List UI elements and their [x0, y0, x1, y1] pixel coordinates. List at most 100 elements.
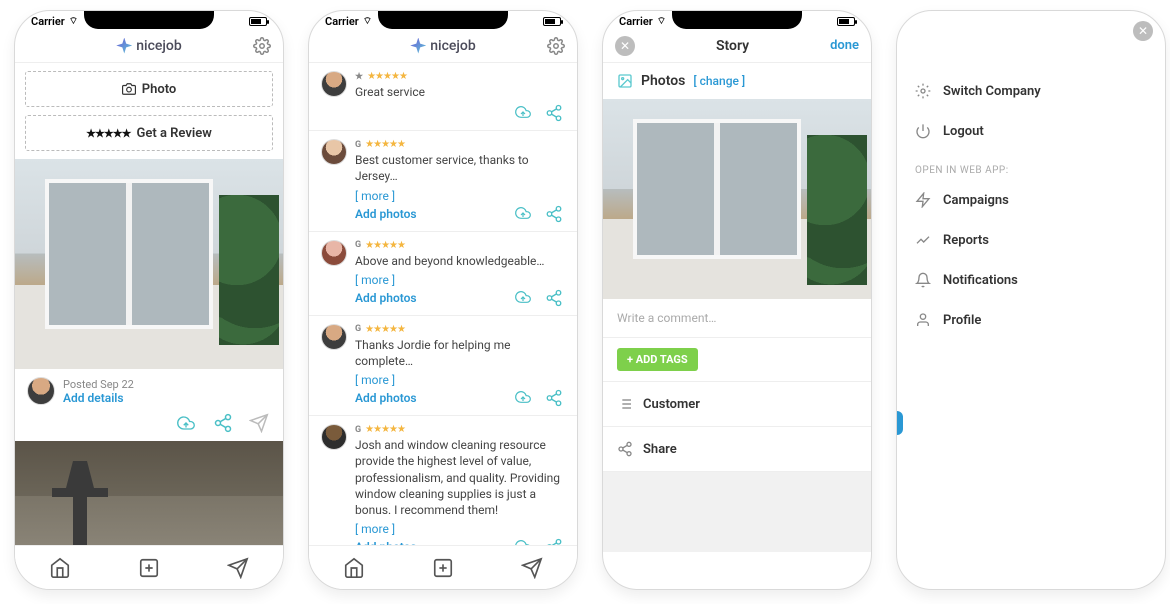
notch — [84, 11, 214, 29]
screen-home: Carrier ⌔ 3:43 PM nicejob Photo ★★★★★ Ge… — [14, 10, 284, 590]
change-link[interactable]: [ change ] — [693, 74, 745, 88]
photo-button[interactable]: Photo — [25, 71, 273, 107]
drawer-item-logout[interactable]: Logout — [915, 111, 1147, 151]
paper-plane-icon — [521, 557, 543, 579]
review-text: Thanks Jordie for helping me complete… — [355, 337, 565, 369]
home-icon — [343, 557, 365, 579]
carrier-label: Carrier — [31, 15, 65, 28]
cloud-upload-icon[interactable] — [513, 289, 533, 305]
drawer-item-campaigns[interactable]: Campaigns — [915, 180, 1147, 220]
reviews-list: ★★★★★★ Great service G★★★★★ Best custome… — [309, 63, 577, 545]
add-photos-link[interactable]: Add photos — [355, 207, 417, 221]
wifi-icon: ⌔ — [363, 15, 372, 28]
tab-create[interactable] — [138, 557, 160, 579]
drawer-handle[interactable] — [896, 411, 903, 435]
close-button[interactable]: ✕ — [615, 36, 635, 56]
share-nodes-icon — [617, 441, 633, 457]
review-item[interactable]: G★★★★★ Above and beyond knowledgeable… [… — [309, 232, 577, 316]
posted-label: Posted Sep 22 — [63, 378, 134, 391]
list-icon — [617, 396, 633, 412]
share-row[interactable]: Share — [603, 427, 871, 472]
review-item[interactable]: G★★★★★ Josh and window cleaning resource… — [309, 416, 577, 545]
tab-send[interactable] — [227, 557, 249, 579]
cloud-upload-icon[interactable] — [513, 538, 533, 545]
wifi-icon: ⌔ — [69, 15, 78, 28]
paper-plane-icon — [227, 557, 249, 579]
more-link[interactable]: [ more ] — [355, 189, 395, 203]
bell-icon — [915, 272, 931, 288]
avatar — [321, 71, 347, 97]
review-text: Best customer service, thanks to Jersey… — [355, 152, 565, 184]
settings-button[interactable] — [547, 37, 565, 55]
drawer-item-label: Reports — [943, 233, 989, 248]
review-item[interactable]: ★★★★★★ Great service — [309, 63, 577, 131]
share-nodes-icon[interactable] — [545, 205, 563, 223]
brand: nicejob — [116, 38, 182, 54]
share-nodes-icon[interactable] — [545, 389, 563, 407]
more-link[interactable]: [ more ] — [355, 522, 395, 536]
user-icon — [915, 312, 931, 328]
share-nodes-icon[interactable] — [545, 538, 563, 545]
get-review-label: Get a Review — [136, 126, 211, 141]
review-item[interactable]: G★★★★★ Best customer service, thanks to … — [309, 131, 577, 231]
share-nodes-icon[interactable] — [545, 104, 563, 122]
comment-input[interactable]: Write a comment… — [603, 299, 871, 338]
get-review-button[interactable]: ★★★★★ Get a Review — [25, 115, 273, 151]
battery-icon — [249, 17, 267, 26]
review-item[interactable]: G★★★★★ Thanks Jordie for helping me comp… — [309, 316, 577, 416]
drawer-item-label: Profile — [943, 313, 981, 328]
avatar — [321, 139, 347, 165]
share-nodes-icon[interactable] — [213, 413, 233, 433]
cloud-upload-icon[interactable] — [513, 104, 533, 120]
story-photo[interactable] — [603, 99, 871, 299]
tab-send[interactable] — [521, 557, 543, 579]
carrier-label: Carrier — [325, 15, 359, 28]
send-icon[interactable] — [249, 413, 269, 433]
screen-settings-drawer: ✕ Switch Company Logout OPEN IN WEB APP:… — [896, 10, 1166, 590]
notch — [672, 11, 802, 29]
add-details-link[interactable]: Add details — [63, 391, 134, 405]
battery-icon — [543, 17, 561, 26]
add-photos-link[interactable]: Add photos — [355, 391, 417, 405]
review-text: Great service — [355, 84, 565, 100]
brand-label: nicejob — [136, 38, 182, 54]
brand-label: nicejob — [430, 38, 476, 54]
drawer-item-notifications[interactable]: Notifications — [915, 260, 1147, 300]
gear-icon — [915, 83, 931, 99]
chart-icon — [915, 232, 931, 248]
empty-area — [603, 472, 871, 552]
logo-icon — [410, 38, 426, 54]
drawer-item-profile[interactable]: Profile — [915, 300, 1147, 340]
share-label: Share — [643, 442, 677, 457]
carrier-label: Carrier — [619, 15, 653, 28]
cloud-upload-icon[interactable] — [513, 389, 533, 405]
more-link[interactable]: [ more ] — [355, 373, 395, 387]
settings-button[interactable] — [253, 37, 271, 55]
share-nodes-icon[interactable] — [545, 289, 563, 307]
add-photos-link[interactable]: Add photos — [355, 291, 417, 305]
tab-bar — [15, 545, 283, 589]
more-link[interactable]: [ more ] — [355, 273, 395, 287]
done-button[interactable]: done — [830, 38, 859, 53]
cloud-upload-icon[interactable] — [175, 414, 197, 432]
logo-icon — [116, 38, 132, 54]
customer-row[interactable]: Customer — [603, 382, 871, 427]
drawer-section-label: OPEN IN WEB APP: — [915, 151, 1147, 180]
post-photo[interactable] — [15, 159, 283, 369]
tab-create[interactable] — [432, 557, 454, 579]
drawer-list: Switch Company Logout OPEN IN WEB APP: C… — [897, 11, 1165, 340]
source-badge: G — [355, 425, 361, 435]
add-tags-button[interactable]: + ADD TAGS — [617, 348, 698, 371]
cloud-upload-icon[interactable] — [513, 205, 533, 221]
photo-button-label: Photo — [142, 82, 177, 97]
nav-bar: nicejob — [15, 29, 283, 63]
close-button[interactable]: ✕ — [1133, 21, 1153, 41]
stars-icon: ★★★★★ — [86, 127, 130, 140]
image-icon — [617, 73, 633, 89]
drawer-item-switch-company[interactable]: Switch Company — [915, 71, 1147, 111]
post-photo-2[interactable] — [15, 441, 283, 545]
tab-home[interactable] — [343, 557, 365, 579]
power-icon — [915, 123, 931, 139]
drawer-item-reports[interactable]: Reports — [915, 220, 1147, 260]
tab-home[interactable] — [49, 557, 71, 579]
